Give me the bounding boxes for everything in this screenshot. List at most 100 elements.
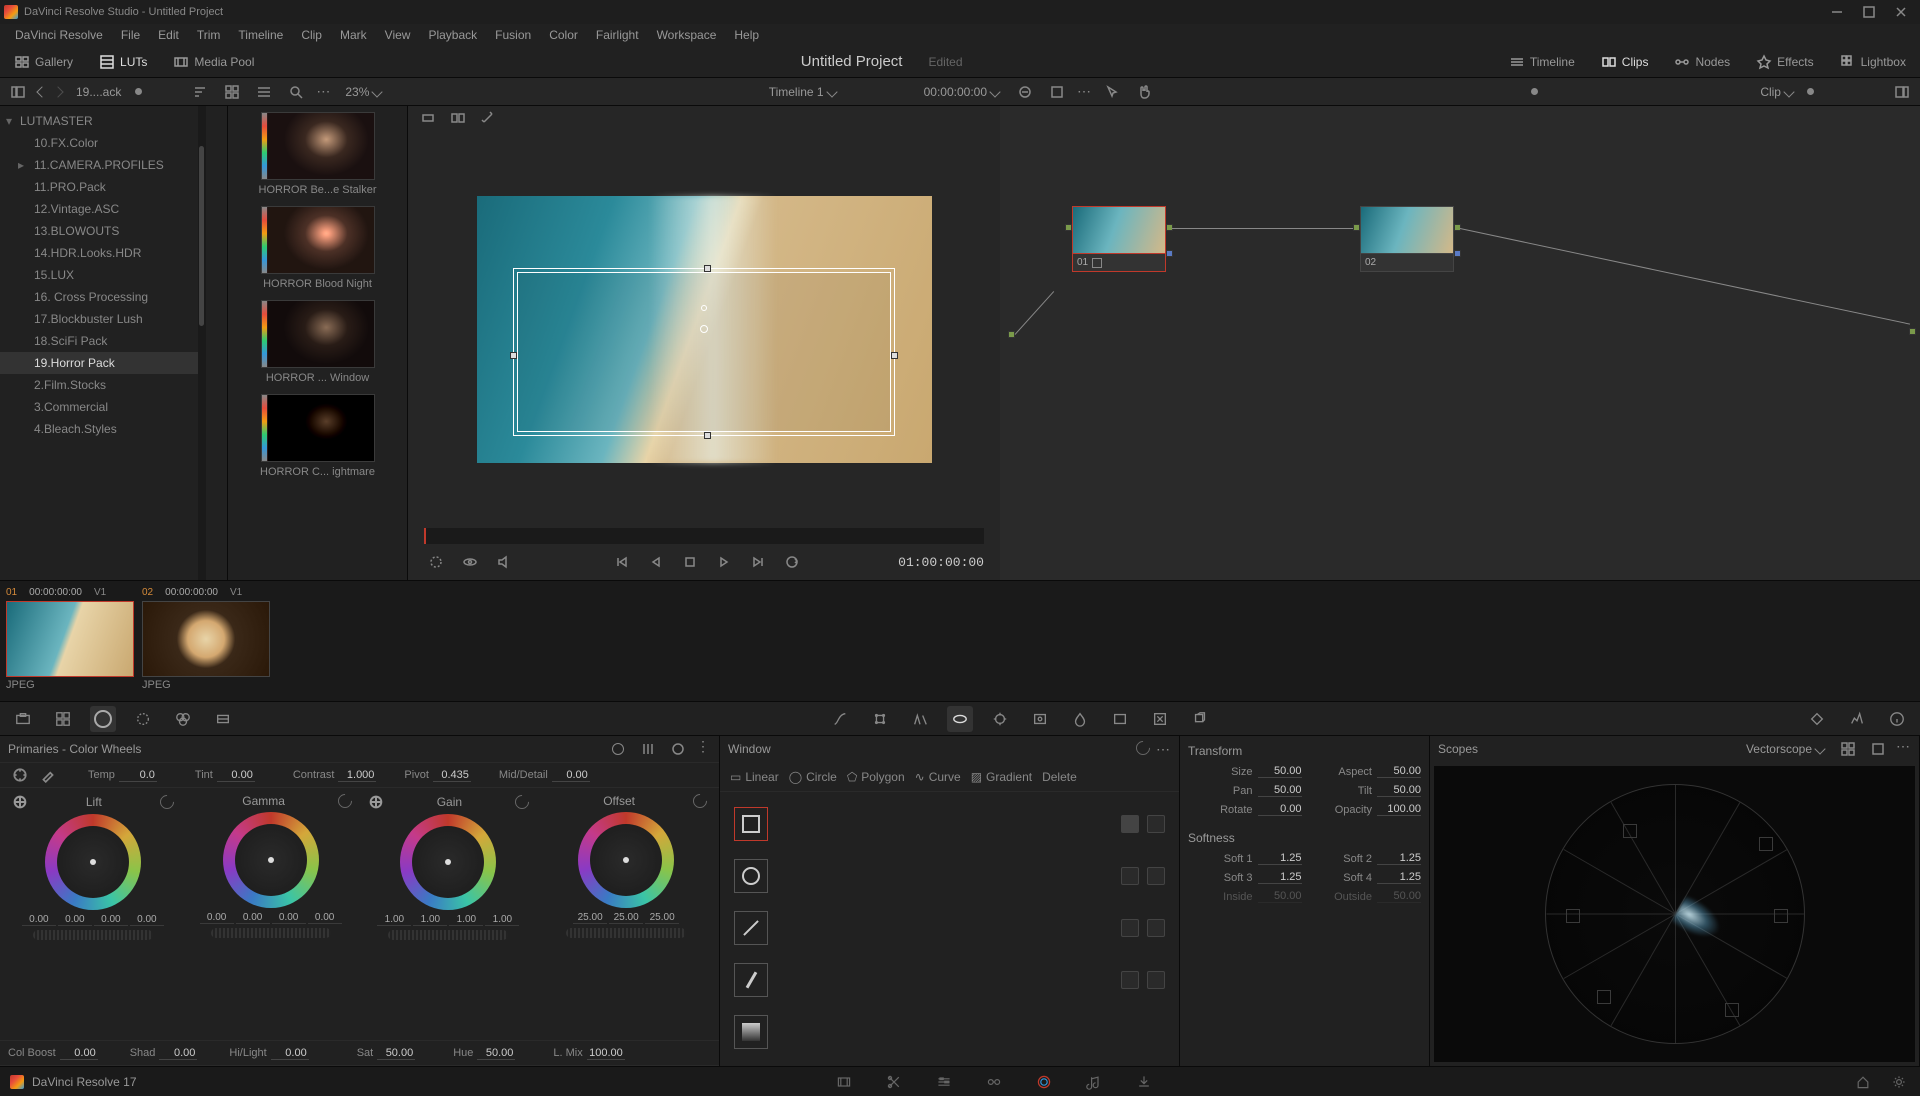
- motion-icon[interactable]: [210, 706, 236, 732]
- soft3-value[interactable]: 1.25: [1258, 871, 1302, 884]
- loop-icon[interactable]: [780, 551, 804, 573]
- rotate-value[interactable]: 0.00: [1258, 803, 1302, 816]
- clips-button[interactable]: Clips: [1595, 51, 1655, 73]
- highlight-icon[interactable]: [416, 107, 440, 129]
- tree-item[interactable]: 12.Vintage.ASC: [0, 198, 198, 220]
- invert-toggle[interactable]: [1147, 815, 1165, 833]
- lut-thumb[interactable]: HORROR C... ightmare: [244, 394, 391, 478]
- reset-icon[interactable]: [157, 792, 177, 812]
- shape-item[interactable]: [730, 1006, 1169, 1058]
- add-polygon-button[interactable]: ⬠ Polygon: [847, 770, 905, 784]
- timeline-dropdown[interactable]: Timeline 1: [763, 83, 842, 101]
- lift-wheel[interactable]: [45, 814, 141, 910]
- aspect-value[interactable]: 50.00: [1377, 765, 1421, 778]
- menu-item[interactable]: Workspace: [650, 26, 724, 44]
- soft1-value[interactable]: 1.25: [1258, 852, 1302, 865]
- next-clip-icon[interactable]: [746, 551, 770, 573]
- opacity-value[interactable]: 100.00: [1377, 803, 1421, 816]
- grid-view-icon[interactable]: [220, 81, 244, 103]
- panel-toggle-icon[interactable]: [6, 81, 30, 103]
- window-icon[interactable]: [947, 706, 973, 732]
- nav-fwd-icon[interactable]: [52, 86, 63, 97]
- mask-toggle[interactable]: [1121, 815, 1139, 833]
- tree-item[interactable]: 15.LUX: [0, 264, 198, 286]
- offset-jog[interactable]: [566, 928, 686, 938]
- tree-item[interactable]: 2.Film.Stocks: [0, 374, 198, 396]
- tree-item[interactable]: 11.PRO.Pack: [0, 176, 198, 198]
- tint-value[interactable]: 0.00: [217, 769, 255, 782]
- 3d-icon[interactable]: [1187, 706, 1213, 732]
- key-icon[interactable]: [1107, 706, 1133, 732]
- warper-icon[interactable]: [867, 706, 893, 732]
- play-icon[interactable]: [712, 551, 736, 573]
- timecode[interactable]: 01:00:00:00: [898, 555, 984, 570]
- scrubber[interactable]: [424, 528, 984, 544]
- scopes-icon[interactable]: [1844, 706, 1870, 732]
- menu-item[interactable]: Trim: [190, 26, 228, 44]
- eye-icon[interactable]: [458, 551, 482, 573]
- qualifier-icon[interactable]: [907, 706, 933, 732]
- tree-item[interactable]: 13.BLOWOUTS: [0, 220, 198, 242]
- wheels-icon[interactable]: [90, 706, 116, 732]
- menu-item[interactable]: View: [378, 26, 418, 44]
- edit-page-icon[interactable]: [933, 1071, 955, 1093]
- menu-item[interactable]: Help: [727, 26, 766, 44]
- scope-mode-dropdown[interactable]: Vectorscope: [1740, 738, 1830, 760]
- target-icon[interactable]: [368, 794, 384, 810]
- blur-icon[interactable]: [1067, 706, 1093, 732]
- tree-item[interactable]: 4.Bleach.Styles: [0, 418, 198, 440]
- magic-mask-icon[interactable]: [1027, 706, 1053, 732]
- maximize-button[interactable]: [1854, 2, 1884, 22]
- mask-toggle[interactable]: [1121, 867, 1139, 885]
- node-graph[interactable]: 01 02: [1000, 106, 1920, 580]
- zoom-dropdown[interactable]: 23%: [339, 83, 387, 101]
- lightbox-button[interactable]: Lightbox: [1834, 51, 1912, 73]
- hue-value[interactable]: 50.00: [477, 1047, 515, 1060]
- shape-item[interactable]: [730, 902, 1169, 954]
- info-icon[interactable]: [1884, 706, 1910, 732]
- nav-back-icon[interactable]: [36, 86, 47, 97]
- color-page-icon[interactable]: [1033, 1071, 1055, 1093]
- gamma-jog[interactable]: [211, 928, 331, 938]
- stop-icon[interactable]: [678, 551, 702, 573]
- menu-item[interactable]: Fusion: [488, 26, 538, 44]
- tilt-value[interactable]: 50.00: [1377, 784, 1421, 797]
- mask-toggle[interactable]: [1121, 971, 1139, 989]
- panel-toggle-icon[interactable]: [1890, 81, 1914, 103]
- gallery-button[interactable]: Gallery: [8, 51, 79, 73]
- menu-item[interactable]: File: [114, 26, 147, 44]
- more-icon[interactable]: ⋯: [316, 83, 331, 100]
- pointer-icon[interactable]: [1100, 81, 1124, 103]
- search-icon[interactable]: [284, 81, 308, 103]
- tree-item[interactable]: 17.Blockbuster Lush: [0, 308, 198, 330]
- clip-thumb[interactable]: 01 00:00:00:00 V1 JPEG: [6, 585, 136, 697]
- settings-icon[interactable]: [1888, 1071, 1910, 1093]
- timeline-button[interactable]: Timeline: [1503, 51, 1581, 73]
- menu-item[interactable]: Fairlight: [589, 26, 646, 44]
- color-match-icon[interactable]: [50, 706, 76, 732]
- pivot-value[interactable]: 0.435: [433, 769, 471, 782]
- media-page-icon[interactable]: [833, 1071, 855, 1093]
- tree-item[interactable]: 19.Horror Pack: [0, 352, 198, 374]
- clip-thumb[interactable]: 02 00:00:00:00 V1 JPEG: [142, 585, 272, 697]
- mediapool-button[interactable]: Media Pool: [167, 51, 260, 73]
- lift-jog[interactable]: [33, 930, 153, 940]
- soft2-value[interactable]: 1.25: [1377, 852, 1421, 865]
- lut-thumb[interactable]: HORROR Blood Night: [244, 206, 391, 290]
- lut-thumb[interactable]: HORROR ... Window: [244, 300, 391, 384]
- add-linear-button[interactable]: ▭ Linear: [730, 770, 779, 784]
- menu-item[interactable]: Clip: [294, 26, 329, 44]
- output-port[interactable]: [1909, 328, 1916, 335]
- cut-page-icon[interactable]: [883, 1071, 905, 1093]
- more-icon[interactable]: ⋯: [1156, 741, 1171, 758]
- picker-icon[interactable]: [36, 764, 60, 786]
- wand-icon[interactable]: [476, 107, 500, 129]
- keyframe-icon[interactable]: [1804, 706, 1830, 732]
- node-01[interactable]: 01: [1072, 206, 1166, 272]
- sat-value[interactable]: 50.00: [377, 1047, 415, 1060]
- more-icon[interactable]: ⋮: [696, 738, 711, 760]
- menu-item[interactable]: Edit: [151, 26, 186, 44]
- options-icon[interactable]: [424, 551, 448, 573]
- reset-icon[interactable]: [1133, 738, 1153, 758]
- tree-item[interactable]: 3.Commercial: [0, 396, 198, 418]
